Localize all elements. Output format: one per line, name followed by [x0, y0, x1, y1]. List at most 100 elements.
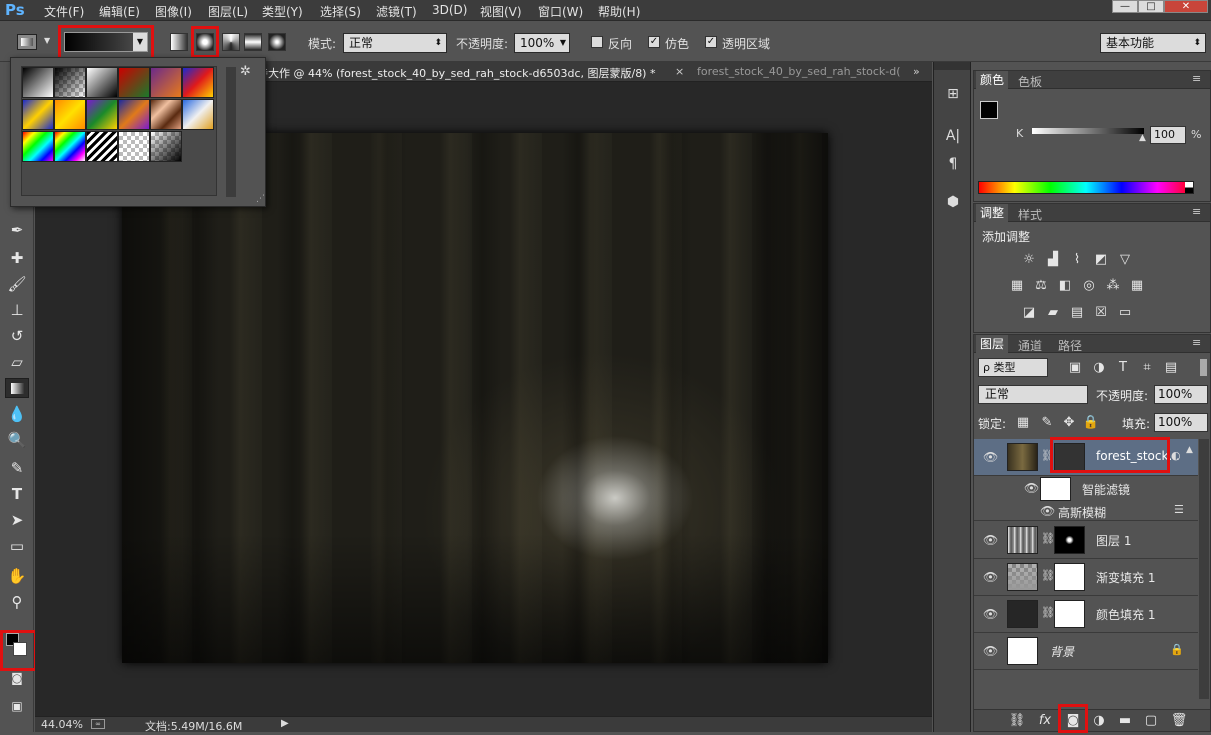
vibrance-icon[interactable]: ▽: [1116, 252, 1134, 268]
tab-color[interactable]: 颜色: [976, 71, 1009, 89]
panel-menu-icon[interactable]: ≡: [1192, 336, 1201, 349]
panel-menu-icon[interactable]: ≡: [1192, 205, 1201, 218]
brightness-contrast-icon[interactable]: ☼: [1020, 252, 1038, 268]
filter-smart-object-icon[interactable]: ▤: [1162, 360, 1180, 376]
filter-toggle[interactable]: [1200, 359, 1207, 376]
invert-icon[interactable]: ◪: [1020, 305, 1038, 321]
tab-swatches[interactable]: 色板: [1018, 73, 1042, 90]
transparency-checkbox[interactable]: ✓: [705, 36, 717, 48]
layer-name[interactable]: 背景: [1050, 643, 1074, 660]
tab-channels[interactable]: 通道: [1018, 337, 1042, 354]
tab-paths[interactable]: 路径: [1058, 337, 1082, 354]
filter-type-icon[interactable]: T: [1114, 360, 1132, 376]
3d-panel-icon[interactable]: ⬢: [942, 192, 964, 212]
restore-button[interactable]: □: [1138, 0, 1164, 13]
brush-tool-icon[interactable]: 🖌: [5, 274, 29, 294]
dodge-tool-icon[interactable]: 🔍: [5, 430, 29, 450]
tab-adjustments[interactable]: 调整: [976, 204, 1009, 222]
eye-icon[interactable]: 👁: [983, 570, 998, 584]
lock-transparent-icon[interactable]: ▦: [1014, 415, 1032, 431]
blend-mode-select[interactable]: 正常: [978, 385, 1088, 404]
eye-icon[interactable]: 👁: [983, 450, 998, 464]
link-icon[interactable]: ⛓: [1041, 606, 1055, 619]
panel-menu-icon[interactable]: ≡: [1192, 72, 1201, 85]
history-panel-icon[interactable]: ⊞: [942, 84, 964, 104]
lock-all-icon[interactable]: 🔒: [1082, 415, 1100, 431]
chevron-down-icon[interactable]: ▼: [44, 36, 50, 45]
tab-layers[interactable]: 图层: [976, 335, 1009, 353]
eye-icon[interactable]: 👁: [983, 607, 998, 621]
link-icon[interactable]: ⛓: [1041, 569, 1055, 582]
filter-name[interactable]: 高斯模糊: [1058, 504, 1106, 521]
hue-saturation-icon[interactable]: ▦: [1008, 278, 1026, 294]
menu-help[interactable]: 帮助(H): [598, 3, 640, 20]
posterize-icon[interactable]: ▰: [1044, 305, 1062, 321]
menu-window[interactable]: 窗口(W): [538, 3, 583, 20]
history-brush-tool-icon[interactable]: ↺: [5, 326, 29, 346]
gradient-preset[interactable]: [22, 131, 54, 162]
layer-mask-thumbnail[interactable]: [1054, 563, 1085, 591]
reflected-gradient-icon[interactable]: [244, 33, 262, 51]
angle-gradient-icon[interactable]: [222, 33, 240, 51]
black-white-icon[interactable]: ◧: [1056, 278, 1074, 294]
menu-image[interactable]: 图像(I): [155, 3, 192, 20]
levels-icon[interactable]: ▟: [1044, 252, 1062, 268]
gradient-preset[interactable]: [86, 131, 118, 162]
menu-3d[interactable]: 3D(D): [432, 3, 467, 17]
eye-icon[interactable]: 👁: [983, 533, 998, 547]
mode-select[interactable]: 正常 ⬍: [343, 33, 447, 53]
filter-shape-icon[interactable]: ⌗: [1138, 360, 1156, 376]
close-button[interactable]: ✕: [1164, 0, 1208, 13]
resize-grip-icon[interactable]: ⋰: [256, 194, 265, 204]
eraser-tool-icon[interactable]: ▱: [5, 352, 29, 372]
gradient-preset[interactable]: [150, 67, 182, 98]
menu-layer[interactable]: 图层(L): [208, 3, 248, 20]
path-selection-tool-icon[interactable]: ➤: [5, 510, 29, 530]
screen-mode-icon[interactable]: ▣: [5, 696, 29, 716]
hand-tool-icon[interactable]: ✋: [5, 566, 29, 586]
k-slider[interactable]: [1032, 128, 1144, 134]
layer-row-gradient-fill[interactable]: 👁 ⛓ 渐变填充 1: [974, 559, 1198, 596]
filter-pixel-icon[interactable]: ▣: [1066, 360, 1084, 376]
menu-select[interactable]: 选择(S): [320, 3, 361, 20]
gradient-preset[interactable]: [22, 99, 54, 130]
layer-row-smart-filters[interactable]: 👁 智能滤镜: [974, 476, 1198, 501]
layer-row-background[interactable]: 👁 背景 🔒: [974, 633, 1198, 670]
foreground-color-swatch[interactable]: [980, 101, 998, 119]
gradient-preset[interactable]: [118, 131, 150, 162]
layers-scrollbar[interactable]: [1199, 439, 1209, 699]
gradient-preset[interactable]: [150, 131, 182, 162]
gradient-preset[interactable]: [54, 67, 86, 98]
type-tool-icon[interactable]: T: [5, 484, 29, 504]
dither-checkbox[interactable]: ✓: [648, 36, 660, 48]
eye-icon[interactable]: 👁: [1024, 481, 1039, 495]
picker-scrollbar[interactable]: [226, 67, 236, 197]
gradient-preset[interactable]: [182, 67, 214, 98]
new-group-icon[interactable]: ▬: [1116, 713, 1134, 729]
tab-second-document[interactable]: forest_stock_40_by_sed_rah_stock-d(: [697, 65, 901, 78]
new-layer-icon[interactable]: ▢: [1142, 713, 1160, 729]
blur-tool-icon[interactable]: 💧: [5, 404, 29, 424]
quick-mask-icon[interactable]: ◙: [5, 668, 29, 688]
smart-filter-mask[interactable]: [1040, 477, 1071, 501]
clone-stamp-tool-icon[interactable]: ⊥: [5, 300, 29, 320]
zoom-level[interactable]: 44.04%: [41, 718, 83, 731]
k-value-input[interactable]: 100: [1150, 126, 1186, 144]
rectangle-tool-icon[interactable]: ▭: [5, 536, 29, 556]
tab-close-icon[interactable]: ×: [675, 65, 684, 78]
zoom-tool-icon[interactable]: ⚲: [5, 592, 29, 612]
filter-adjustment-icon[interactable]: ◑: [1090, 360, 1108, 376]
photo-filter-icon[interactable]: ◎: [1080, 278, 1098, 294]
gradient-preset[interactable]: [86, 67, 118, 98]
slider-handle-icon[interactable]: ▲: [1139, 133, 1146, 143]
filter-options-icon[interactable]: ☰: [1174, 503, 1184, 516]
tool-preset-icon[interactable]: [17, 34, 37, 50]
menu-view[interactable]: 视图(V): [480, 3, 522, 20]
layer-name[interactable]: 颜色填充 1: [1096, 606, 1155, 623]
lock-pixels-icon[interactable]: ✎: [1038, 415, 1056, 431]
chevron-down-icon[interactable]: ▼: [560, 34, 566, 52]
curves-icon[interactable]: ⌇: [1068, 252, 1086, 268]
gear-icon[interactable]: ✲: [240, 64, 251, 79]
healing-brush-tool-icon[interactable]: ✚: [5, 248, 29, 268]
gradient-tool-icon[interactable]: [5, 378, 29, 398]
